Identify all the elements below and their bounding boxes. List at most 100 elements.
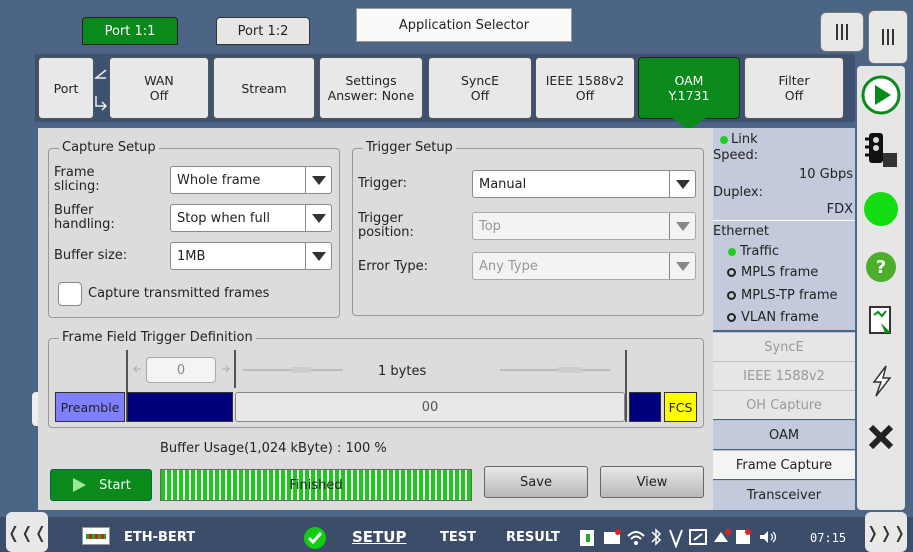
run-button[interactable]	[857, 70, 905, 120]
status-icons	[580, 528, 777, 548]
buffer-handling-label: Buffer handling:	[54, 203, 115, 232]
wifi-icon	[627, 531, 645, 545]
tab-label: Stream	[241, 80, 287, 96]
start-button[interactable]: Start	[50, 469, 152, 501]
port-tab-synce[interactable]: SyncE Off	[428, 57, 532, 119]
help-icon: ?	[866, 252, 896, 282]
right-item-transceiver[interactable]: Transceiver	[713, 480, 855, 510]
buffer-handling-select[interactable]: Stop when full	[170, 204, 332, 232]
usb-icon	[736, 529, 751, 544]
vlan-led	[727, 313, 736, 322]
right-item-oh-capture[interactable]: OH Capture	[713, 390, 855, 419]
buffer-size-value: 1MB	[177, 248, 206, 264]
link-led	[720, 136, 728, 144]
port-tab-settings[interactable]: Settings Answer: None	[319, 57, 423, 119]
field-divider	[234, 350, 236, 388]
nav-result[interactable]: RESULT	[506, 530, 560, 545]
capture-transmitted-label: Capture transmitted frames	[88, 286, 270, 301]
trigger-value: Manual	[479, 176, 527, 192]
battery-icon	[580, 530, 594, 546]
report-icon	[869, 306, 891, 334]
tab-sublabel: Answer: None	[327, 88, 415, 103]
bluetooth-icon	[651, 528, 662, 546]
frame-field-title: Frame Field Trigger Definition	[59, 330, 256, 345]
fcs-field[interactable]: FCS	[664, 392, 697, 422]
sidebar-toggle-button[interactable]	[868, 10, 908, 64]
frame-slicing-value: Whole frame	[177, 172, 261, 188]
application-selector[interactable]: Application Selector	[356, 8, 572, 42]
error-type-value: Any Type	[479, 258, 538, 274]
tab-sublabel: Y.1731	[668, 88, 710, 103]
frame-slicing-label: Frame slicing:	[54, 165, 100, 194]
offset-input[interactable]: 0	[146, 357, 216, 383]
tab-sublabel: Off	[470, 88, 490, 103]
chevron-down-icon	[675, 261, 690, 271]
chevron-down-icon	[311, 175, 326, 185]
error-type-label: Error Type:	[358, 259, 429, 274]
arrow-left-icon	[133, 365, 141, 373]
port-tab-oam[interactable]: OAM Y.1731	[638, 57, 740, 119]
tab-label: Settings	[345, 73, 397, 88]
value-field[interactable]: 00	[235, 392, 625, 422]
tab-label: WAN	[144, 73, 174, 88]
duplex-value: FDX	[826, 202, 853, 217]
error-inject-button[interactable]	[857, 356, 905, 406]
buffer-size-label: Buffer size:	[54, 248, 128, 263]
port-tab-filter[interactable]: Filter Off	[744, 57, 844, 119]
trigger-setup-title: Trigger Setup	[363, 140, 456, 155]
preamble-field[interactable]: Preamble	[55, 392, 125, 422]
header-field[interactable]	[127, 392, 233, 422]
vlan-label: VLAN frame	[741, 310, 819, 325]
port-tab-wan[interactable]: WAN Off	[109, 57, 209, 119]
buffer-usage-text: Buffer Usage(1,024 kByte) : 100 %	[160, 441, 387, 456]
panel-toggle-button[interactable]	[820, 12, 864, 52]
error-type-select[interactable]: Any Type	[472, 252, 696, 280]
status-led-button[interactable]	[857, 184, 905, 234]
help-button[interactable]: ?	[857, 242, 905, 292]
right-item-synce[interactable]: SyncE	[713, 332, 855, 361]
ethernet-label: Ethernet	[713, 224, 769, 239]
save-button[interactable]: Save	[484, 466, 588, 498]
view-button[interactable]: View	[600, 466, 704, 498]
network-icon	[714, 529, 731, 542]
right-item-ieee1588[interactable]: IEEE 1588v2	[713, 361, 855, 390]
trigger-position-label: Trigger position:	[358, 211, 414, 240]
right-item-oam[interactable]: OAM	[713, 420, 855, 449]
nav-setup[interactable]: SETUP	[352, 528, 406, 546]
tab-label: OAM	[674, 73, 704, 88]
right-item-frame-capture[interactable]: Frame Capture	[713, 450, 855, 479]
tab-sublabel: Off	[784, 88, 804, 103]
screen-icon	[689, 529, 707, 545]
slider-track-left	[243, 367, 343, 373]
scroll-right-button[interactable]: ❭❭❭	[865, 512, 907, 552]
report-button[interactable]	[857, 296, 905, 346]
start-label: Start	[99, 477, 131, 493]
app-name: ETH-BERT	[124, 530, 196, 545]
frame-slicing-select[interactable]: Whole frame	[170, 166, 332, 194]
chevron-down-icon	[311, 251, 326, 261]
slider-track-right	[500, 367, 610, 373]
capture-transmitted-checkbox[interactable]	[58, 282, 82, 306]
tab-sublabel: Off	[575, 88, 595, 103]
port-tab-stream[interactable]: Stream	[213, 57, 315, 119]
tab-port-1-2[interactable]: Port 1:2	[216, 17, 310, 45]
nav-test[interactable]: TEST	[440, 530, 476, 545]
bytes-label: 1 bytes	[378, 364, 427, 379]
port-tab-ieee1588[interactable]: IEEE 1588v2 Off	[535, 57, 635, 119]
trigger-select[interactable]: Manual	[472, 170, 696, 198]
trigger-position-select[interactable]: Top	[472, 212, 696, 240]
speaker-icon	[760, 531, 777, 543]
close-button[interactable]	[857, 412, 905, 462]
traffic-light-button[interactable]	[857, 124, 905, 174]
port-tab-port[interactable]: Port	[38, 57, 94, 119]
traffic-label: Traffic	[740, 244, 780, 259]
tab-port-1-1[interactable]: Port 1:1	[82, 17, 178, 45]
mpls-tp-label: MPLS-TP frame	[741, 288, 838, 303]
tab-label: IEEE 1588v2	[545, 73, 625, 88]
trigger-label: Trigger:	[358, 176, 407, 191]
scroll-left-button[interactable]: ❬❬❬	[6, 512, 48, 552]
buffer-size-select[interactable]: 1MB	[170, 242, 332, 270]
play-icon	[73, 478, 87, 492]
trailer-field[interactable]	[629, 392, 661, 422]
tab-label: SyncE	[460, 73, 500, 88]
